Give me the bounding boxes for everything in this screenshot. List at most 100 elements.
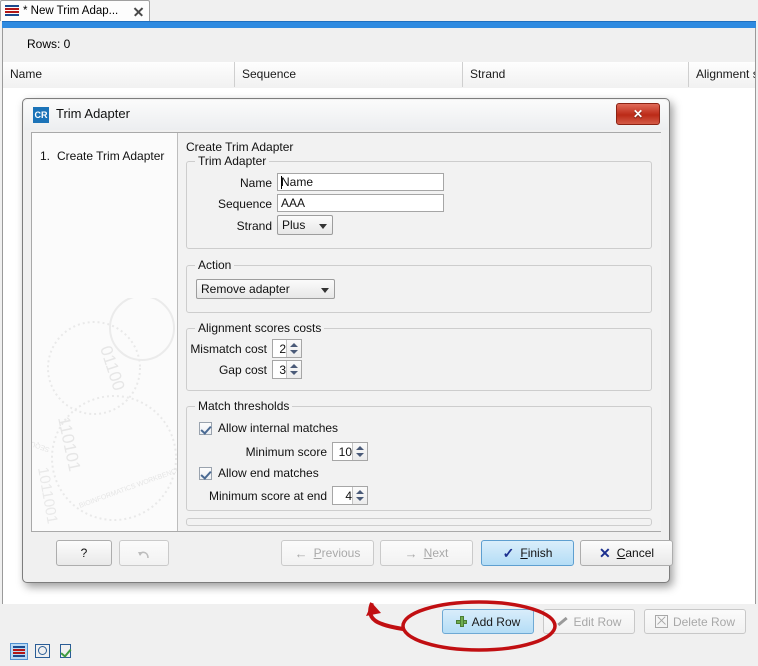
tab-label: * New Trim Adap... [23, 5, 119, 17]
svg-text:SEQUENCE ANALYSIS GENOMICS: SEQUENCE ANALYSIS GENOMICS [32, 407, 51, 453]
name-input-value: Name [281, 175, 314, 189]
name-label: Name [239, 176, 272, 190]
minimum-score-at-end-spinner-buttons[interactable] [352, 487, 367, 504]
group-match-legend: Match thresholds [195, 399, 293, 413]
dialog-body: 1. Create Trim Adapter 01100 110101 10110… [31, 132, 661, 532]
strand-label: Strand [236, 219, 272, 233]
mismatch-cost-stepper[interactable]: 2 [272, 339, 302, 358]
wizard-step-1[interactable]: 1. Create Trim Adapter [40, 149, 164, 163]
cancel-button[interactable]: ✕ Cancel [580, 540, 673, 566]
allow-internal-matches-label: Allow internal matches [218, 421, 339, 435]
gap-cost-stepper[interactable]: 3 [272, 360, 302, 379]
close-icon[interactable] [132, 5, 145, 18]
minimum-score-stepper[interactable]: 10 [332, 442, 368, 461]
arrow-left-icon: ← [294, 545, 308, 561]
pencil-icon [556, 616, 569, 628]
group-action: Action Remove adapter [186, 258, 652, 313]
table-stripes-icon [5, 5, 19, 17]
finish-button[interactable]: ✓ Finish [481, 540, 574, 566]
element-info-icon[interactable] [58, 643, 76, 660]
next-label: Next [423, 546, 449, 560]
minimum-score-at-end-label: Minimum score at end [208, 489, 327, 503]
table-view-icon[interactable] [10, 643, 28, 660]
checkmark-icon [199, 422, 212, 435]
minimum-score-at-end-stepper[interactable]: 4 [332, 486, 368, 505]
finish-label: Finish [520, 546, 553, 560]
wizard-step-1-number: 1. [40, 149, 51, 163]
wizard-page: Create Trim Adapter Trim Adapter Name Na… [178, 133, 661, 531]
svg-text:BIOINFORMATICS WORKBENCH: BIOINFORMATICS WORKBENCH [78, 466, 178, 510]
app-logo-icon: CR [33, 107, 49, 123]
page-title: Create Trim Adapter [186, 140, 294, 154]
action-dropdown-value: Remove adapter [201, 282, 290, 296]
reset-icon [137, 547, 151, 560]
edit-row-button[interactable]: Edit Row [542, 609, 635, 634]
name-input[interactable]: Name [277, 173, 444, 191]
application-window: * New Trim Adap... Rows: 0 Name Sequence… [0, 0, 758, 666]
tab-new-trim-adapter[interactable]: * New Trim Adap... [0, 0, 150, 21]
next-button[interactable]: → Next [380, 540, 473, 566]
group-alignment-legend: Alignment scores costs [195, 321, 325, 335]
column-header-strand[interactable]: Strand [463, 62, 689, 87]
dialog-title-bar[interactable]: CR Trim Adapter ✕ [24, 100, 668, 130]
sequence-label: Sequence [217, 197, 272, 211]
mismatch-cost-spinner-buttons[interactable] [286, 340, 301, 357]
dialog-footer: ? ← Previous → Next ✓ Finish ✕ Cancel [31, 536, 673, 576]
strand-dropdown[interactable]: Plus [277, 215, 333, 235]
wizard-step-1-label: Create Trim Adapter [57, 149, 165, 163]
tab-bar: * New Trim Adap... [0, 0, 758, 22]
delete-row-button[interactable]: Delete Row [643, 609, 746, 634]
delete-row-label: Delete Row [672, 614, 735, 629]
mismatch-cost-label: Mismatch cost [190, 342, 267, 356]
wizard-steps-panel: 1. Create Trim Adapter 01100 110101 10110… [32, 133, 178, 531]
group-trim-adapter-legend: Trim Adapter [195, 154, 270, 168]
svg-text:01100: 01100 [96, 343, 128, 393]
group-spacer [186, 518, 652, 526]
reset-button[interactable] [119, 540, 169, 566]
group-trim-adapter: Trim Adapter Name Name Sequence AAA Stra… [186, 154, 652, 249]
column-header-name[interactable]: Name [3, 62, 235, 87]
status-bar [2, 640, 756, 664]
dialog-close-button[interactable]: ✕ [616, 103, 660, 125]
checkmark-icon [199, 467, 212, 480]
check-icon: ✓ [502, 544, 515, 561]
strand-dropdown-value: Plus [282, 218, 306, 232]
sequence-input-value: AAA [281, 196, 306, 210]
x-icon: ✕ [598, 544, 611, 561]
help-label: ? [80, 546, 88, 560]
trim-adapter-dialog: CR Trim Adapter ✕ 1. Create Trim Adapter … [22, 98, 673, 583]
gap-cost-value: 3 [279, 363, 286, 377]
cancel-label: Cancel [616, 546, 655, 560]
column-header-alignment-score[interactable]: Alignment scor [689, 62, 755, 87]
minimum-score-value: 10 [338, 445, 352, 459]
delete-box-icon [654, 615, 668, 628]
chevron-down-icon [321, 288, 329, 293]
chevron-down-icon [319, 224, 327, 229]
sequence-input[interactable]: AAA [277, 194, 444, 212]
allow-end-matches-label: Allow end matches [218, 466, 319, 480]
gap-cost-spinner-buttons[interactable] [286, 361, 301, 378]
row-toolbar: Add Row Edit Row Delete Row [2, 604, 756, 640]
svg-text:1011001: 1011001 [34, 466, 61, 525]
minimum-score-label: Minimum score [245, 445, 327, 459]
previous-button[interactable]: ← Previous [281, 540, 374, 566]
minimum-score-spinner-buttons[interactable] [352, 443, 367, 460]
column-header-sequence[interactable]: Sequence [235, 62, 463, 87]
rows-count-label: Rows: 0 [27, 37, 71, 51]
table-header-row: Name Sequence Strand Alignment scor [3, 62, 755, 89]
svg-text:110101: 110101 [54, 415, 84, 473]
action-dropdown[interactable]: Remove adapter [196, 279, 335, 299]
group-alignment-scores-costs: Alignment scores costs Mismatch cost 2 G… [186, 321, 652, 391]
previous-label: Previous [313, 546, 361, 560]
minimum-score-at-end-value: 4 [345, 489, 352, 503]
history-icon[interactable] [34, 643, 52, 660]
help-button[interactable]: ? [56, 540, 112, 566]
plus-icon [455, 616, 467, 627]
group-action-legend: Action [195, 258, 235, 272]
rows-status-bar: Rows: 0 [3, 28, 755, 63]
decorative-watermark: 01100 110101 1011001 SEQUENCE ANALYSIS G… [32, 298, 178, 525]
gap-cost-label: Gap cost [218, 363, 267, 377]
mismatch-cost-value: 2 [279, 342, 286, 356]
add-row-button[interactable]: Add Row [441, 609, 534, 634]
dialog-title: Trim Adapter [56, 106, 130, 121]
